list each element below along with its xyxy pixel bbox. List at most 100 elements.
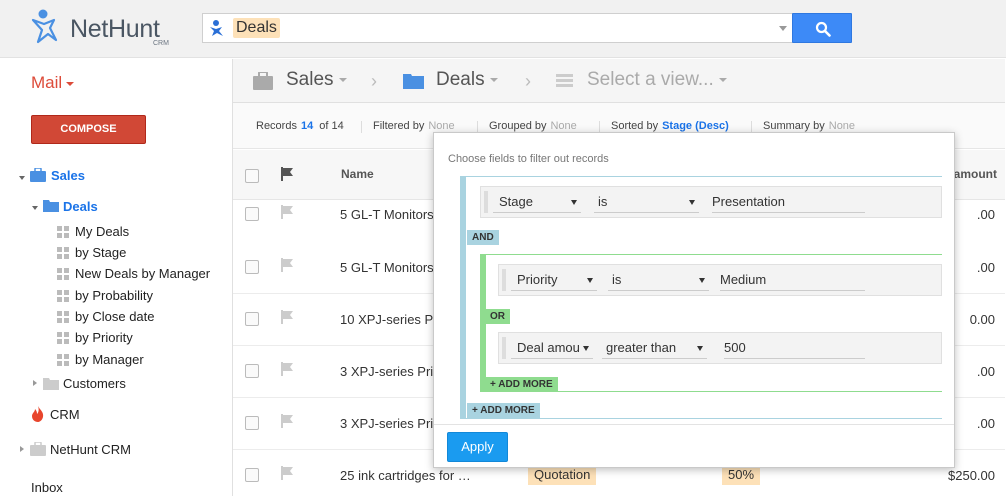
view-icon — [57, 311, 69, 323]
grouped-by[interactable]: Grouped by None — [489, 120, 577, 132]
filter-condition: Priority is Medium — [498, 264, 942, 296]
sidebar: Mail COMPOSE Sales Deals My Deals by Sta… — [0, 59, 232, 496]
search-icon — [815, 21, 831, 37]
flag-icon[interactable] — [280, 362, 294, 376]
drag-handle[interactable] — [502, 269, 506, 291]
search-filter-chip[interactable]: Deals — [233, 18, 280, 38]
view-label: by Priority — [75, 330, 133, 345]
filtered-label: Filtered by — [373, 120, 425, 132]
flag-icon[interactable] — [280, 466, 294, 480]
operator-select[interactable]: is — [594, 191, 699, 213]
filter-popup: Choose fields to filter out records Stag… — [433, 132, 955, 468]
divider — [361, 121, 362, 133]
person-icon — [210, 20, 223, 36]
value-input[interactable]: 500 — [724, 337, 865, 359]
collapse-arrow-icon[interactable] — [32, 206, 38, 210]
flame-icon — [32, 406, 44, 422]
row-checkbox[interactable] — [245, 260, 259, 274]
flag-icon[interactable] — [280, 167, 294, 181]
add-more-outer-button[interactable]: + ADD MORE — [467, 403, 540, 418]
drag-handle[interactable] — [502, 337, 506, 359]
chevron-down-icon — [718, 77, 727, 82]
dropdown-arrow-icon — [571, 200, 577, 205]
row-name[interactable]: 25 ink cartridges for … — [340, 468, 471, 483]
operator-select[interactable]: is — [608, 269, 709, 291]
sorted-by[interactable]: Sorted by Stage (Desc) — [611, 120, 729, 132]
row-name[interactable]: 5 GL-T Monitors — [340, 207, 434, 222]
dropdown-arrow-icon — [583, 346, 589, 351]
flag-icon[interactable] — [280, 310, 294, 324]
sidebar-item-sales[interactable]: Sales — [51, 168, 85, 183]
chevron-down-icon[interactable] — [779, 26, 787, 31]
value-input[interactable]: Presentation — [712, 191, 865, 213]
drag-handle[interactable] — [484, 191, 488, 213]
sorted-label: Sorted by — [611, 120, 659, 132]
flag-icon[interactable] — [280, 414, 294, 428]
row-name[interactable]: 3 XPJ-series Pri — [340, 364, 433, 379]
field-select[interactable]: Stage — [493, 191, 581, 213]
compose-button[interactable]: COMPOSE — [31, 115, 146, 144]
view-selector[interactable]: Select a view... — [587, 69, 727, 91]
folder-icon — [43, 200, 59, 212]
filtered-value: None — [428, 120, 455, 132]
row-name[interactable]: 10 XPJ-series P — [340, 312, 433, 327]
row-checkbox[interactable] — [245, 312, 259, 326]
row-amount: .00 — [976, 364, 995, 379]
value-input[interactable]: Medium — [720, 269, 865, 291]
sidebar-item-nethunt-crm[interactable]: NetHunt CRM — [50, 442, 131, 457]
summary-label: Summary by — [763, 120, 825, 132]
row-name[interactable]: 5 GL-T Monitors — [340, 260, 434, 275]
row-checkbox[interactable] — [245, 416, 259, 430]
row-amount: $250.00 — [948, 468, 995, 483]
breadcrumb: Sales › Deals › Select a view... — [233, 59, 1005, 103]
apply-button[interactable]: Apply — [447, 432, 508, 462]
operator-select[interactable]: greater than — [602, 337, 707, 359]
sidebar-item-crm[interactable]: CRM — [50, 407, 80, 422]
view-selector-label: Select a view... — [587, 69, 714, 90]
mail-menu[interactable]: Mail — [31, 73, 75, 93]
or-operator-label[interactable]: OR — [485, 309, 510, 324]
chevron-down-icon — [66, 81, 75, 86]
breadcrumb-folder-label: Sales — [286, 69, 334, 90]
expand-arrow-icon[interactable] — [33, 380, 37, 386]
dropdown-arrow-icon — [689, 200, 695, 205]
view-icon — [57, 247, 69, 259]
flag-icon[interactable] — [280, 205, 294, 219]
expand-arrow-icon[interactable] — [20, 446, 24, 452]
filter-condition: Deal amou greater than 500 — [498, 332, 942, 364]
filtered-by[interactable]: Filtered by None — [373, 120, 455, 132]
nethunt-logo-icon — [31, 9, 58, 44]
operator-select-value: greater than — [606, 340, 677, 355]
column-header-name[interactable]: Name — [341, 167, 374, 181]
dropdown-arrow-icon — [699, 278, 705, 283]
row-checkbox[interactable] — [245, 364, 259, 378]
select-all-checkbox[interactable] — [245, 169, 259, 183]
add-more-inner-button[interactable]: + ADD MORE — [485, 377, 558, 392]
row-name[interactable]: 3 XPJ-series Pri — [340, 416, 433, 431]
field-select-value: Priority — [517, 272, 558, 287]
row-checkbox[interactable] — [245, 468, 259, 482]
field-select[interactable]: Priority — [511, 269, 597, 291]
sidebar-item-customers[interactable]: Customers — [63, 376, 126, 391]
search-button[interactable] — [792, 13, 852, 43]
field-select[interactable]: Deal amou — [511, 337, 593, 359]
briefcase-icon — [253, 72, 273, 90]
sidebar-item-inbox[interactable]: Inbox — [31, 480, 63, 495]
folder-icon — [43, 378, 59, 390]
table-view-icon — [556, 74, 573, 87]
collapse-arrow-icon[interactable] — [19, 176, 25, 180]
sidebar-item-deals[interactable]: Deals — [63, 199, 98, 214]
field-select-value: Stage — [499, 194, 533, 209]
row-checkbox[interactable] — [245, 207, 259, 221]
breadcrumb-collection[interactable]: Deals — [436, 69, 498, 91]
and-operator-label[interactable]: AND — [467, 230, 499, 245]
records-label: Records — [256, 120, 297, 132]
breadcrumb-folder[interactable]: Sales — [286, 69, 347, 91]
search-input[interactable]: Deals — [202, 13, 794, 43]
summary-by[interactable]: Summary by None — [763, 120, 855, 132]
flag-icon[interactable] — [280, 258, 294, 272]
row-amount: .00 — [976, 260, 995, 275]
nethunt-logo[interactable]: NetHunt CRM — [30, 6, 180, 50]
chevron-right-icon: › — [371, 71, 377, 91]
column-header-amount[interactable]: amount — [954, 167, 997, 181]
